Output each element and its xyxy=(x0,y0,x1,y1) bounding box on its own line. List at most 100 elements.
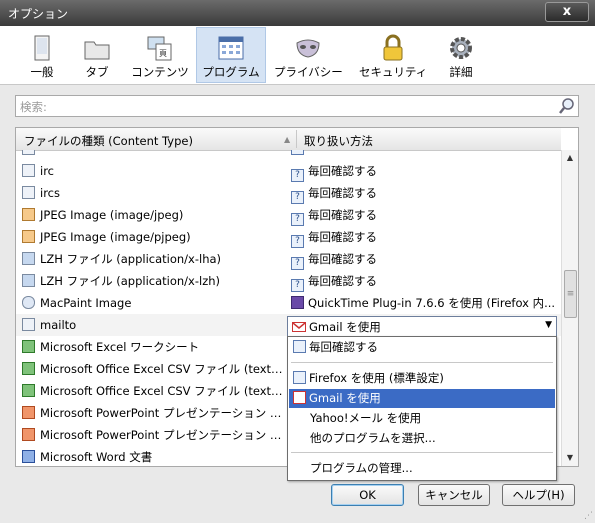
tabs-icon xyxy=(84,41,110,60)
svg-text:頁: 頁 xyxy=(159,49,167,58)
table-row[interactable]: MacPaint Image QuickTime Plug-in 7.6.6 を… xyxy=(16,292,561,314)
content-type-label: Microsoft Word 文書 xyxy=(40,450,153,464)
tab-label: プログラム xyxy=(202,65,260,79)
column-divider[interactable] xyxy=(296,130,297,148)
firefox-window-icon xyxy=(293,371,306,384)
menu-item-manage-programs[interactable]: プログラムの管理... xyxy=(289,459,576,478)
sort-ascending-icon: ▲ xyxy=(284,135,291,144)
magnifier-icon[interactable] xyxy=(558,97,576,115)
menu-separator xyxy=(291,452,553,453)
column-header-content-type[interactable]: ファイルの種類 (Content Type) xyxy=(24,133,193,149)
ask-icon xyxy=(293,340,306,353)
window-title: オプション xyxy=(8,7,69,21)
tab-advanced[interactable]: 詳細 xyxy=(427,28,495,82)
action-label: QuickTime Plug-in 7.6.6 を使用 (Firefox 内..… xyxy=(308,296,556,310)
excel-file-icon xyxy=(22,340,35,353)
search-input[interactable]: 検索: xyxy=(15,95,579,117)
privacy-mask-icon xyxy=(296,39,320,58)
menu-item-label: Gmail を使用 xyxy=(309,391,381,405)
menu-item-yahoo[interactable]: Yahoo!メール を使用 xyxy=(289,409,576,428)
ask-icon: ? xyxy=(291,257,304,270)
menu-item-gmail[interactable]: Gmail を使用 xyxy=(289,389,555,408)
tab-content[interactable]: 頁 コンテンツ xyxy=(126,28,194,82)
action-label: 毎回確認する xyxy=(308,186,377,200)
category-toolbar: 一般 タブ 頁 コンテンツ プログラム プライバシー セキュリティ 詳細 xyxy=(0,26,595,85)
table-row[interactable]: irc ? 毎回確認する xyxy=(16,160,561,182)
menu-item-firefox[interactable]: Firefox を使用 (標準設定) xyxy=(289,369,555,388)
security-lock-icon xyxy=(383,34,403,61)
file-type-icon xyxy=(22,150,35,155)
table-row[interactable]: JPEG Image (image/pjpeg) ? 毎回確認する xyxy=(16,226,561,248)
tab-label: セキュリティ xyxy=(359,65,428,79)
table-row[interactable]: ircs ? 毎回確認する xyxy=(16,182,561,204)
tab-security[interactable]: セキュリティ xyxy=(359,28,427,82)
archive-file-icon xyxy=(22,252,35,265)
powerpoint-file-icon xyxy=(22,406,35,419)
action-dropdown[interactable]: Gmail を使用 ▼ xyxy=(287,316,557,337)
content-type-label: ircs xyxy=(40,186,60,200)
content-type-label: JPEG Image (image/jpeg) xyxy=(40,208,184,222)
menu-item-other-program[interactable]: 他のプログラムを選択... xyxy=(289,429,576,448)
plugin-icon xyxy=(291,296,304,309)
image-file-icon xyxy=(22,208,35,221)
tab-label: プライバシー xyxy=(274,65,343,79)
content-type-label: MacPaint Image xyxy=(40,296,132,310)
content-type-label: Microsoft Office Excel CSV ファイル (text/..… xyxy=(40,384,284,398)
table-row-partial[interactable] xyxy=(16,150,561,160)
table-row[interactable]: LZH ファイル (application/x-lha) ? 毎回確認する xyxy=(16,248,561,270)
quicktime-file-icon xyxy=(22,296,35,309)
menu-item-ask[interactable]: 毎回確認する xyxy=(289,338,555,357)
action-label: 毎回確認する xyxy=(308,208,377,222)
column-header-action[interactable]: 取り扱い方法 xyxy=(304,133,373,149)
file-type-icon xyxy=(22,186,35,199)
content-type-label: mailto xyxy=(40,318,77,332)
ask-icon: ? xyxy=(291,213,304,226)
excel-csv-file-icon xyxy=(22,362,35,375)
ask-icon: ? xyxy=(291,191,304,204)
gmail-icon xyxy=(293,391,306,404)
cancel-button[interactable]: キャンセル xyxy=(418,484,490,506)
scroll-up-arrow-icon[interactable]: ▲ xyxy=(562,150,578,166)
tab-label: コンテンツ xyxy=(131,65,189,79)
menu-item-label: 他のプログラムを選択... xyxy=(310,431,436,445)
mailto-file-icon xyxy=(22,318,35,331)
tab-applications[interactable]: プログラム xyxy=(196,27,266,83)
menu-item-label: Yahoo!メール を使用 xyxy=(310,411,422,425)
archive-file-icon xyxy=(22,274,35,287)
content-type-label: Microsoft PowerPoint プレゼンテーション (... xyxy=(40,406,284,420)
tab-tabs[interactable]: タブ xyxy=(63,28,131,82)
menu-item-label: Firefox を使用 (標準設定) xyxy=(309,371,444,385)
ok-button[interactable]: OK xyxy=(331,484,404,506)
table-row[interactable]: LZH ファイル (application/x-lzh) ? 毎回確認する xyxy=(16,270,561,292)
scroll-thumb[interactable]: ≡ xyxy=(564,270,577,318)
action-dropdown-menu: 毎回確認する Firefox を使用 (標準設定) Gmail を使用 Yaho… xyxy=(287,336,557,481)
file-type-icon xyxy=(22,164,35,177)
excel-csv-file-icon xyxy=(22,384,35,397)
action-label: 毎回確認する xyxy=(308,230,377,244)
general-icon xyxy=(34,35,50,61)
word-file-icon xyxy=(22,450,35,463)
applications-icon xyxy=(218,36,244,60)
ask-icon: ? xyxy=(291,169,304,182)
gmail-icon xyxy=(292,322,306,332)
content-type-label: LZH ファイル (application/x-lzh) xyxy=(40,274,221,288)
content-type-label: LZH ファイル (application/x-lha) xyxy=(40,252,222,266)
title-bar[interactable]: オプション x xyxy=(0,0,595,26)
close-button[interactable]: x xyxy=(545,2,589,22)
dropdown-value: Gmail を使用 xyxy=(309,320,381,334)
help-button[interactable]: ヘルプ(H) xyxy=(502,484,575,506)
tab-label: 詳細 xyxy=(449,65,473,79)
content-type-label: Microsoft Office Excel CSV ファイル (text/..… xyxy=(40,362,284,376)
powerpoint-file-icon xyxy=(22,428,35,441)
action-label: 毎回確認する xyxy=(308,164,377,178)
resize-grip-icon[interactable]: ⋰ xyxy=(584,511,593,521)
content-icon: 頁 xyxy=(147,36,172,61)
content-type-label: JPEG Image (image/pjpeg) xyxy=(40,230,191,244)
table-row[interactable]: JPEG Image (image/jpeg) ? 毎回確認する xyxy=(16,204,561,226)
image-file-icon xyxy=(22,230,35,243)
chevron-down-icon[interactable]: ▼ xyxy=(545,320,552,330)
list-header: ファイルの種類 (Content Type) ▲ 取り扱い方法 xyxy=(16,128,561,151)
tab-privacy[interactable]: プライバシー xyxy=(274,28,343,82)
ask-icon: ? xyxy=(291,279,304,292)
content-type-label: Microsoft PowerPoint プレゼンテーション (... xyxy=(40,428,284,442)
